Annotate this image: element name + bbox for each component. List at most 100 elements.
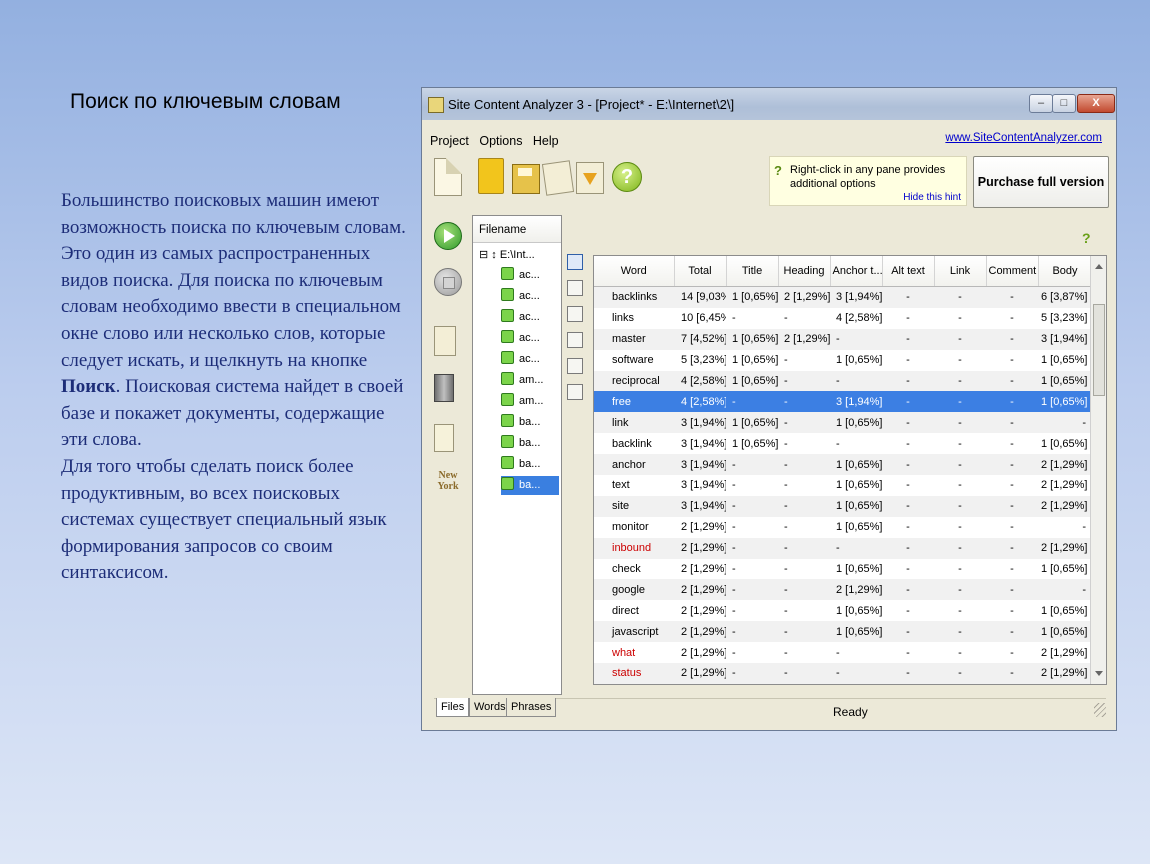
- table-view-icon[interactable]: [567, 254, 583, 270]
- cell-word: backlink: [612, 437, 652, 450]
- cell-word: inbound: [594, 537, 674, 559]
- cell-body: -: [1038, 579, 1092, 601]
- save-icon[interactable]: [512, 164, 540, 194]
- new-document-icon[interactable]: [434, 158, 462, 196]
- table-row[interactable]: status 2 [1,29%] - - - - - -2 [1,29%]: [594, 663, 1092, 684]
- table-row[interactable]: links10 [6,45%]--4 [2,58%]---5 [3,23%]: [594, 308, 1092, 329]
- export-icon[interactable]: [541, 160, 575, 196]
- file-page-icon: [501, 267, 514, 280]
- delete-icon[interactable]: [434, 374, 454, 402]
- cell-anchor: 2 [1,29%]: [830, 579, 882, 601]
- col-body-header[interactable]: Body: [1038, 256, 1093, 287]
- table-row[interactable]: google 2 [1,29%] - -2 [1,29%] - - - -: [594, 579, 1092, 601]
- file-tree-item[interactable]: ac...: [501, 287, 559, 306]
- col-alt-text-header[interactable]: Alt text: [882, 256, 935, 287]
- maximize-button[interactable]: □: [1052, 94, 1076, 113]
- hide-hint-link[interactable]: Hide this hint: [903, 192, 961, 203]
- scroll-up-icon[interactable]: [1095, 264, 1103, 269]
- table-row[interactable]: anchor 3 [1,94%] - -1 [0,65%] - - -2 [1,29%]: [594, 454, 1092, 476]
- tab-files[interactable]: Files: [436, 698, 470, 717]
- cell-heading: -: [784, 646, 788, 659]
- table-scrollbar[interactable]: [1090, 256, 1106, 684]
- stop-icon[interactable]: [434, 268, 462, 296]
- tab-words[interactable]: Words: [469, 698, 511, 717]
- file-tree-item[interactable]: ba...: [501, 455, 559, 474]
- file-tree-item[interactable]: ac...: [501, 266, 559, 285]
- menu-project[interactable]: Project: [430, 134, 469, 148]
- report-view-icon[interactable]: [567, 306, 583, 322]
- cell-heading: -: [784, 437, 788, 450]
- file-tree-item[interactable]: ba...: [501, 476, 559, 495]
- tab-phrases[interactable]: Phrases: [506, 698, 557, 717]
- table-row[interactable]: text 3 [1,94%] - -1 [0,65%] - - -2 [1,29%]: [594, 475, 1092, 496]
- file-tree-item[interactable]: am...: [501, 371, 559, 390]
- title-bar[interactable]: Site Content Analyzer 3 - [Project* - E:…: [422, 88, 1116, 120]
- file-tree-item[interactable]: ac...: [501, 329, 559, 348]
- menu-options[interactable]: Options: [479, 134, 522, 148]
- clear-icon[interactable]: [434, 424, 454, 452]
- help-icon[interactable]: ?: [612, 162, 642, 192]
- close-button[interactable]: X: [1077, 94, 1115, 113]
- col-title-header[interactable]: Title: [726, 256, 779, 287]
- cell-word: anchor: [594, 454, 674, 476]
- pane-help-icon[interactable]: ?: [1082, 230, 1091, 246]
- table-row[interactable]: reciprocal 4 [2,58%] 1 [0,65%] - - - - -1 [0,65…: [594, 370, 1092, 392]
- chart-view-icon[interactable]: [567, 332, 583, 348]
- col-anchor-header[interactable]: Anchor t...: [830, 256, 883, 287]
- file-tree-item[interactable]: ac...: [501, 308, 559, 327]
- resize-grip-icon[interactable]: [1094, 703, 1106, 717]
- table-row[interactable]: javascript 2 [1,29%] - -1 [0,65%] - - -1 [0,65…: [594, 621, 1092, 643]
- file-page-icon: [501, 330, 514, 343]
- cell-title: -: [726, 454, 778, 476]
- cell-heading: -: [784, 479, 788, 492]
- table-row[interactable]: what 2 [1,29%] - - - - - -2 [1,29%]: [594, 642, 1092, 663]
- cell-link: -: [958, 354, 962, 367]
- start-icon[interactable]: [434, 222, 462, 250]
- file-page-icon: [501, 393, 514, 406]
- menu-help[interactable]: Help: [533, 134, 559, 148]
- col-total-header[interactable]: Total: [674, 256, 727, 287]
- table-row[interactable]: backlinks14 [9,03%]1 [0,65%]2 [1,29%]3 […: [594, 286, 1092, 308]
- table-row[interactable]: backlink 3 [1,94%] 1 [0,65%] - - - - -1 [0,65%]: [594, 433, 1092, 454]
- open-folder-icon[interactable]: [478, 158, 504, 194]
- cell-title: 1 [0,65%]: [732, 354, 778, 367]
- table-row[interactable]: site 3 [1,94%] - -1 [0,65%] - - -2 [1,29%]: [594, 495, 1092, 517]
- tree-root[interactable]: ⊟ ↕ E:\Int...: [479, 248, 535, 261]
- table-row[interactable]: free 4 [2,58%] - -3 [1,94%] - - -1 [0,65%]: [594, 391, 1092, 413]
- report-icon[interactable]: [434, 326, 456, 356]
- stats-view-icon[interactable]: [567, 358, 583, 374]
- options-view-icon[interactable]: [567, 384, 583, 400]
- table-row[interactable]: link 3 [1,94%] 1 [0,65%] -1 [0,65%] - - - -: [594, 412, 1092, 434]
- cell-anchor: 3 [1,94%]: [830, 391, 882, 413]
- file-tree-item[interactable]: ac...: [501, 350, 559, 369]
- cell-link: -: [958, 646, 962, 659]
- col-comment-header[interactable]: Comment: [986, 256, 1039, 287]
- scroll-down-icon[interactable]: [1095, 671, 1103, 676]
- purchase-button[interactable]: Purchase full version: [973, 156, 1109, 208]
- file-tree-item[interactable]: am...: [501, 392, 559, 411]
- cell-link: -: [958, 521, 962, 534]
- table-row[interactable]: direct 2 [1,29%] - -1 [0,65%] - - -1 [0,65%]: [594, 600, 1092, 621]
- cell-link: -: [958, 312, 962, 325]
- file-tree-item[interactable]: ba...: [501, 434, 559, 453]
- minimize-button[interactable]: –: [1029, 94, 1053, 113]
- site-link[interactable]: www.SiteContentAnalyzer.com: [945, 132, 1102, 144]
- file-tree-item[interactable]: ba...: [501, 413, 559, 432]
- cell-anchor: 1 [0,65%]: [836, 479, 882, 492]
- table-row[interactable]: inbound 2 [1,29%] - - - - - -2 [1,29%]: [594, 537, 1092, 559]
- scroll-thumb[interactable]: [1093, 304, 1105, 396]
- cell-comment: -: [1010, 312, 1014, 325]
- col-heading-header[interactable]: Heading: [778, 256, 831, 287]
- col-word-header[interactable]: Word: [594, 256, 675, 287]
- table-row[interactable]: monitor 2 [1,29%] - -1 [0,65%] - - - -: [594, 517, 1092, 538]
- cell-comment: -: [1010, 437, 1014, 450]
- table-row[interactable]: master 7 [4,52%] 1 [0,65%] 2 [1,29%] - - - -3 […: [594, 328, 1092, 350]
- col-link-header[interactable]: Link: [934, 256, 987, 287]
- import-icon[interactable]: [576, 162, 604, 194]
- list-view-icon[interactable]: [567, 280, 583, 296]
- table-row[interactable]: check 2 [1,29%] - -1 [0,65%] - - -1 [0,65%]: [594, 559, 1092, 580]
- file-tree-header[interactable]: Filename: [473, 216, 561, 243]
- cell-body: 2 [1,29%]: [1038, 454, 1092, 476]
- table-row[interactable]: software 5 [3,23%] 1 [0,65%] -1 [0,65%] - - -1…: [594, 350, 1092, 371]
- cell-anchor: -: [830, 537, 882, 559]
